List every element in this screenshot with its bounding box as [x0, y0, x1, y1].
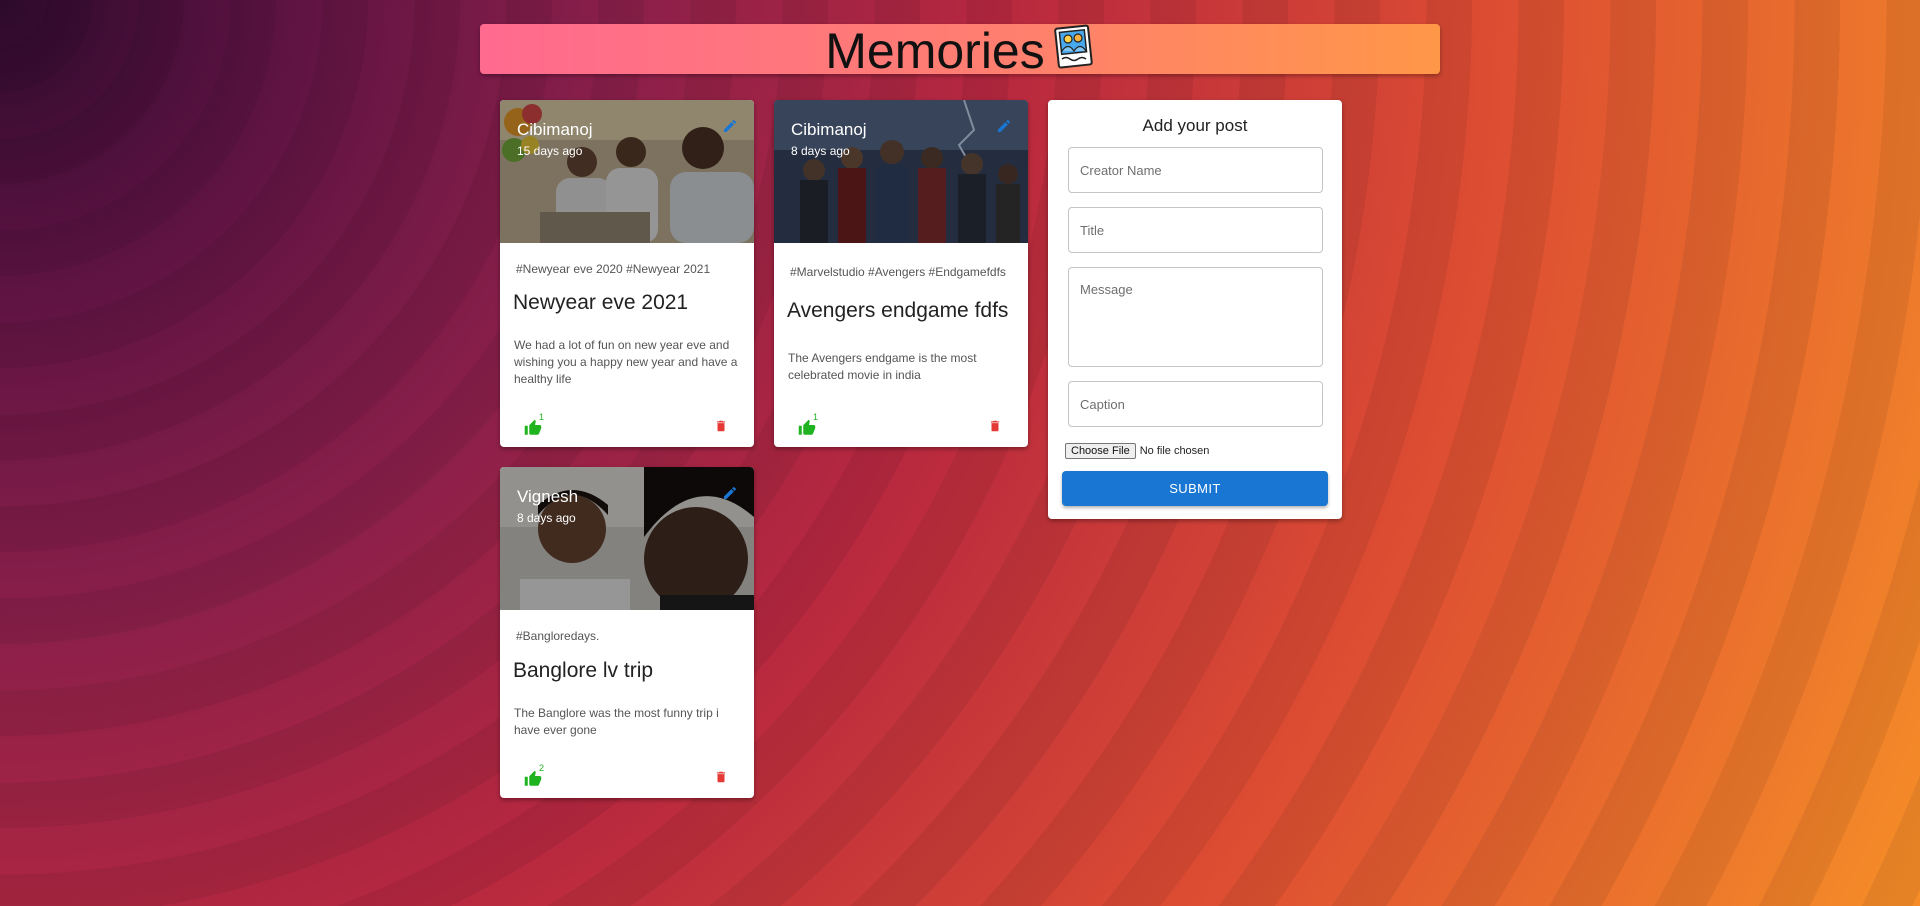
- choose-file-button[interactable]: Choose File: [1065, 443, 1136, 459]
- post-card: Cibimanoj 8 days ago #Marvelstudio #Aven…: [774, 100, 1028, 447]
- post-timestamp: 8 days ago: [791, 144, 850, 158]
- post-actions: 2: [500, 758, 754, 798]
- like-button[interactable]: 2: [524, 763, 552, 790]
- delete-icon[interactable]: [988, 418, 1002, 434]
- post-title: Newyear eve 2021: [513, 291, 689, 314]
- post-title: Avengers endgame fdfs: [787, 299, 1009, 322]
- edit-icon[interactable]: [722, 118, 738, 134]
- post-message: We had a lot of fun on new year eve and …: [514, 338, 738, 386]
- edit-icon[interactable]: [722, 485, 738, 501]
- post-title: Banglore lv trip: [513, 659, 654, 682]
- post-actions: 1: [774, 407, 1028, 447]
- delete-icon[interactable]: [714, 769, 728, 785]
- post-creator: Cibimanoj: [791, 120, 867, 139]
- like-button[interactable]: 1: [798, 412, 826, 439]
- app-title: Memories: [825, 23, 1045, 79]
- like-count: 1: [813, 412, 819, 422]
- post-creator: Vignesh: [517, 487, 579, 506]
- post-message: The Avengers endgame is the most celebra…: [788, 351, 977, 382]
- post-tags: #Newyear eve 2020 #Newyear 2021: [516, 262, 711, 276]
- app-bar: Memories: [480, 23, 1440, 79]
- memories-photo-logo: [1053, 24, 1093, 69]
- message-input[interactable]: [1068, 267, 1323, 367]
- like-count: 2: [539, 763, 545, 773]
- post-timestamp: 8 days ago: [517, 511, 576, 525]
- post-image: Vignesh 8 days ago: [500, 467, 754, 610]
- delete-icon[interactable]: [714, 418, 728, 434]
- form-title: Add your post: [1142, 116, 1248, 135]
- creator-name-input[interactable]: [1068, 147, 1323, 193]
- post-tags: #Bangloredays.: [516, 629, 600, 643]
- file-status: No file chosen: [1139, 445, 1210, 457]
- post-timestamp: 15 days ago: [517, 144, 583, 158]
- post-message: The Banglore was the most funny trip i h…: [514, 706, 719, 737]
- post-image: Cibimanoj 15 days ago: [500, 100, 754, 243]
- post-actions: 1: [500, 407, 754, 447]
- submit-button[interactable]: SUBMIT: [1062, 471, 1328, 506]
- like-count: 1: [539, 412, 545, 422]
- post-card: Vignesh 8 days ago #Bangloredays. Banglo…: [500, 467, 754, 798]
- post-creator: Cibimanoj: [517, 120, 593, 139]
- post-image: Cibimanoj 8 days ago: [774, 100, 1028, 243]
- title-input[interactable]: [1068, 207, 1323, 253]
- like-button[interactable]: 1: [524, 412, 552, 439]
- post-tags: #Marvelstudio #Avengers #Endgamefdfs: [790, 265, 1006, 279]
- post-card: Cibimanoj 15 days ago #Newyear eve 2020 …: [500, 100, 754, 447]
- edit-icon[interactable]: [996, 118, 1012, 134]
- file-picker: Choose File No file chosen: [1065, 443, 1209, 459]
- add-post-form: Add your post Choose File No file chosen…: [1048, 100, 1342, 519]
- caption-input[interactable]: [1068, 381, 1323, 427]
